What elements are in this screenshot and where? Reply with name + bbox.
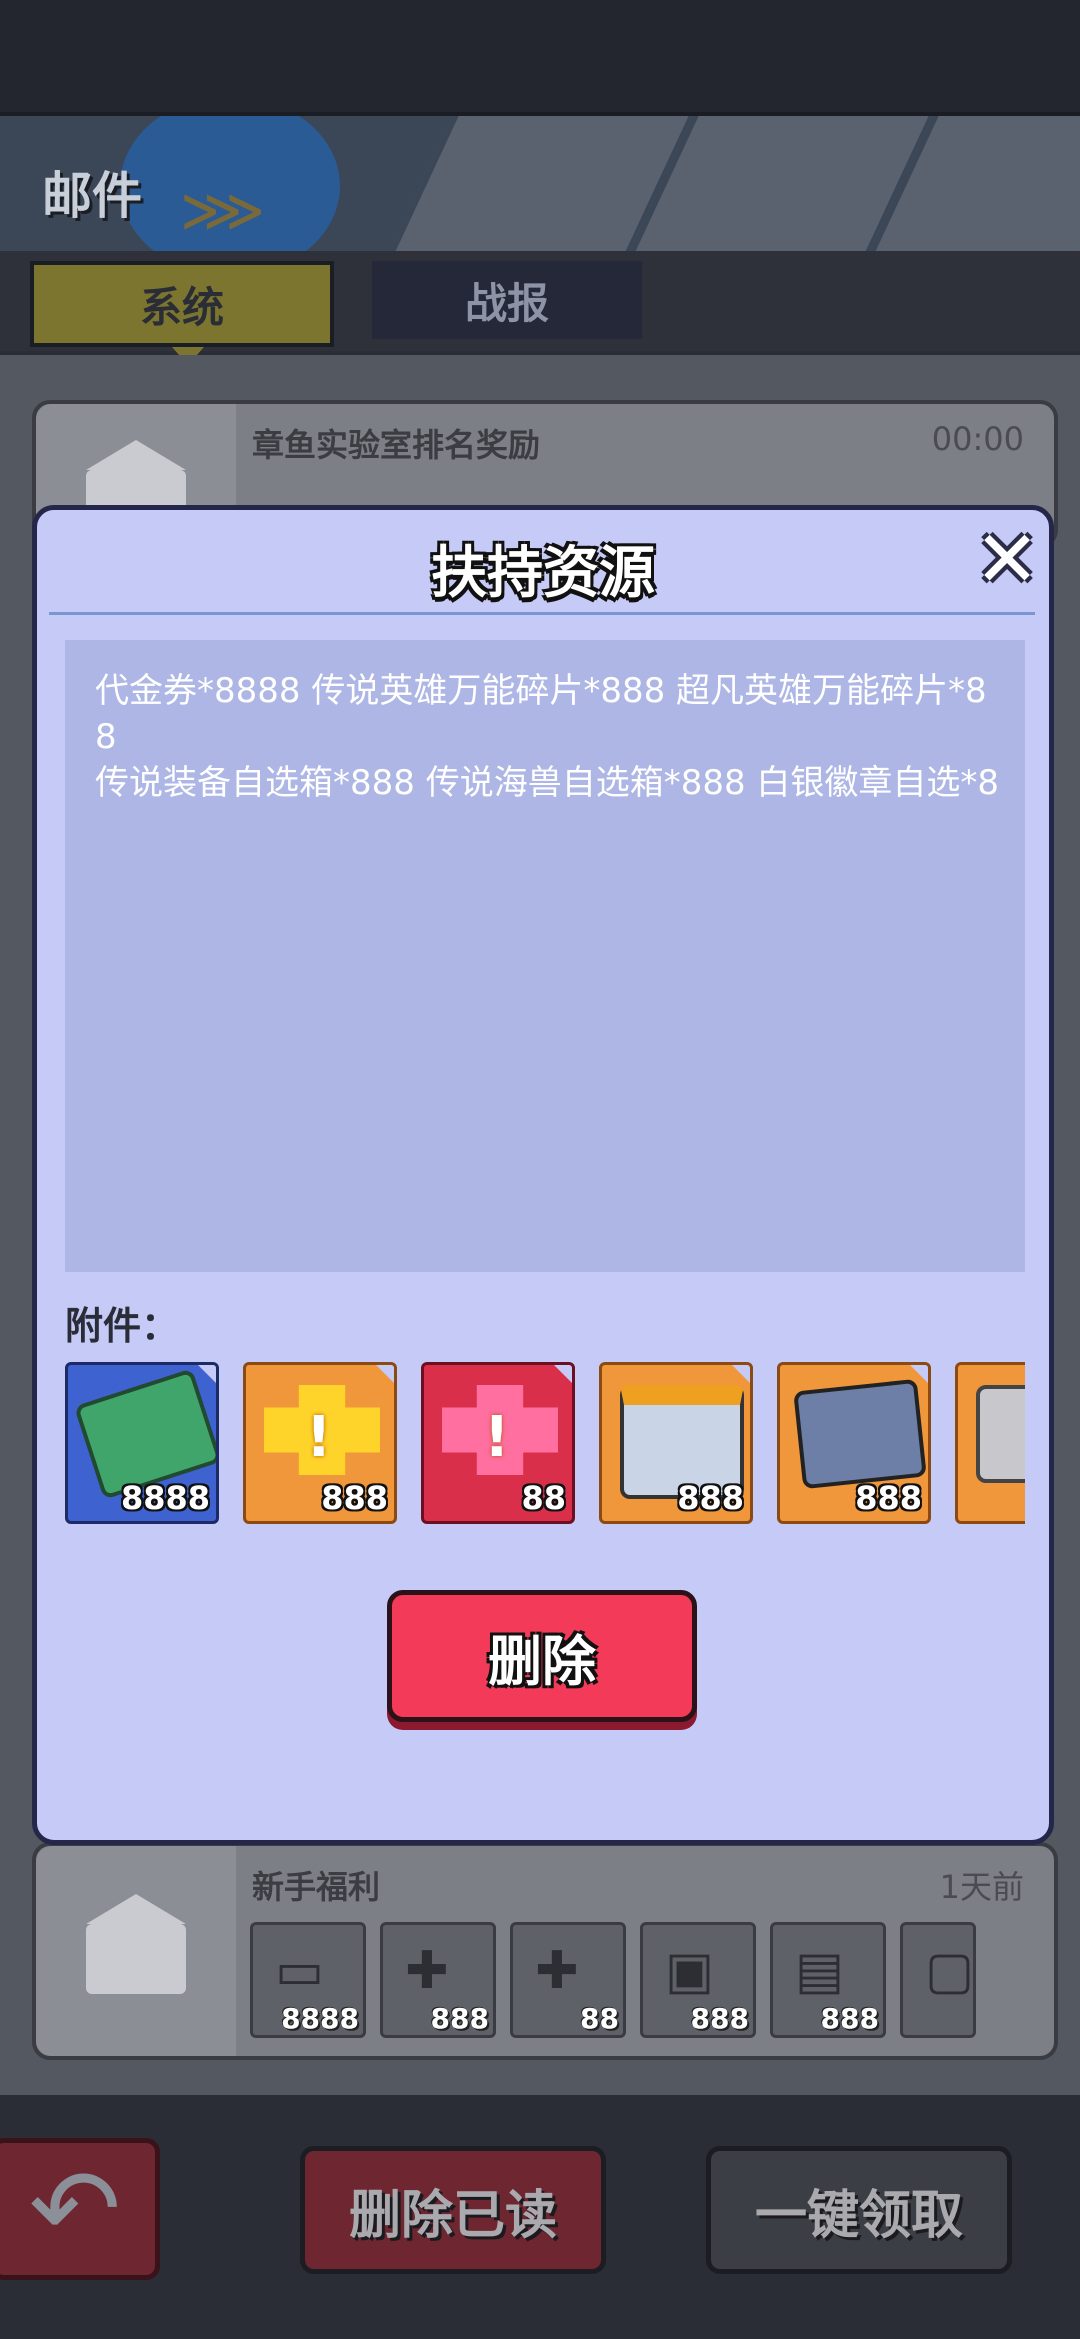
attachment-item[interactable]: ! 88 [421, 1362, 575, 1524]
exclamation-icon: ! [306, 1405, 332, 1470]
attachments-row: 8888 ! 888 ! 88 888 888 [65, 1362, 1025, 1534]
silver-badge-icon: ▢ [925, 1941, 975, 2001]
claim-all-button[interactable]: 一键领取 [706, 2146, 1012, 2274]
mail-time: 1天前 [939, 1868, 1024, 1906]
delete-read-button[interactable]: 删除已读 [300, 2146, 606, 2274]
dialog-title: 扶持资源 [431, 541, 655, 606]
back-button[interactable]: ↶ [0, 2138, 160, 2280]
close-icon: ✕ [974, 515, 1040, 605]
title-divider [49, 612, 1035, 615]
attachment-item[interactable]: 888 [599, 1362, 753, 1524]
attachment-item[interactable] [955, 1362, 1025, 1524]
mail-content-box: 代金券*8888 传说英雄万能碎片*888 超凡英雄万能碎片*88 传说装备自选… [65, 640, 1025, 1272]
close-button[interactable]: ✕ [971, 515, 1043, 605]
silver-badge-icon [976, 1385, 1025, 1483]
mail-attachment: ▣ 888 [640, 1922, 756, 2038]
cash-voucher-icon: ▭ [275, 1941, 325, 2001]
status-bar-area [0, 0, 1080, 112]
pink-puzzle-shard-icon: ✚ [535, 1941, 579, 2001]
mail-detail-dialog: 扶持资源 ✕ 代金券*8888 传说英雄万能碎片*888 超凡英雄万能碎片*88… [32, 505, 1054, 1845]
tab-system[interactable]: 系统 [30, 261, 334, 365]
tab-battle-report[interactable]: 战报 [372, 261, 642, 339]
equipment-chest-icon: ▣ [665, 1941, 715, 2001]
fishbone-icon: ⋙ [180, 176, 266, 246]
mail-attachment: ▤ 888 [770, 1922, 886, 2038]
mail-attachment: ▭ 8888 [250, 1922, 366, 2038]
delete-button[interactable]: 删除 [387, 1590, 697, 1722]
mail-attachment: ▢ [900, 1922, 976, 2038]
attachment-item[interactable]: 8888 [65, 1362, 219, 1524]
attachments-label: 附件： [65, 1304, 180, 1348]
mail-time: 00:00 [931, 420, 1024, 458]
mail-attachment: ✚ 888 [380, 1922, 496, 2038]
gold-puzzle-shard-icon: ✚ [405, 1941, 449, 2001]
mail-attachment: ✚ 88 [510, 1922, 626, 2038]
mail-header: ⋙ 邮件 [0, 112, 1080, 255]
mail-title: 新手福利 [252, 1868, 381, 1906]
tab-bar: 系统 战报 [0, 251, 1080, 365]
back-arrow-icon: ↶ [28, 2145, 122, 2273]
mail-content-text: 代金券*8888 传说英雄万能碎片*888 超凡英雄万能碎片*88 传说装备自选… [95, 671, 1000, 803]
mail-item[interactable]: 新手福利 1天前 ▭ 8888 ✚ 888 ✚ 88 ▣ 888 ▤ 888 ▢ [32, 1842, 1058, 2060]
sea-beast-cards-icon: ▤ [795, 1941, 845, 2001]
exclamation-icon: ! [484, 1405, 510, 1470]
envelope-icon [86, 1894, 186, 1994]
attachment-item[interactable]: ! 888 [243, 1362, 397, 1524]
sea-beast-cards-icon [793, 1378, 927, 1490]
mail-title: 章鱼实验室排名奖励 [252, 426, 541, 464]
attachment-item[interactable]: 888 [777, 1362, 931, 1524]
page-title: 邮件 [42, 167, 142, 225]
